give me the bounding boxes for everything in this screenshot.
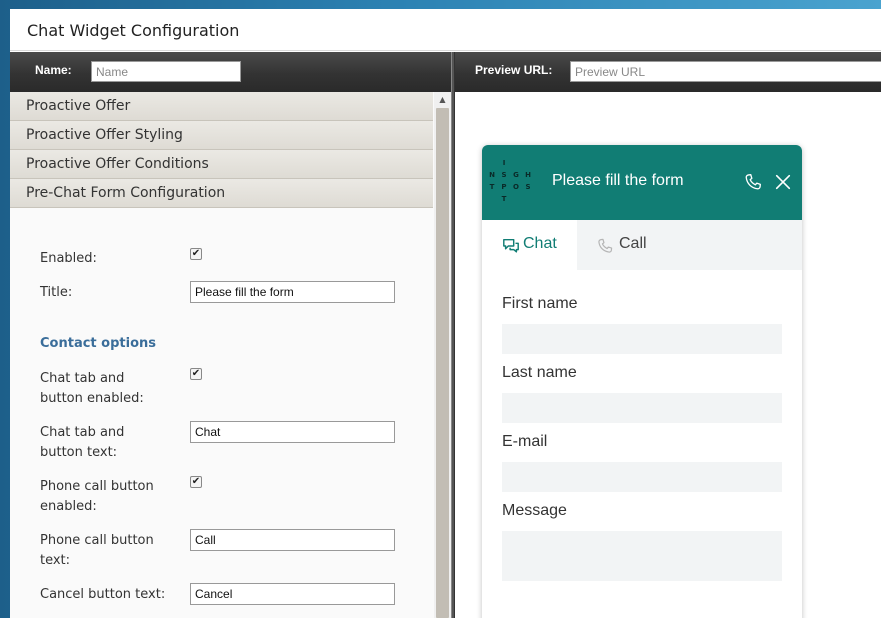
phone-enabled-checkbox[interactable]: ✔ [190, 476, 202, 488]
brand-logo-icon: I NSGH TPOS T [489, 159, 531, 203]
chat-tab-enabled-checkbox[interactable]: ✔ [190, 368, 202, 380]
last-name-field[interactable] [502, 393, 782, 423]
chat-tab-text-input[interactable] [190, 421, 395, 443]
enabled-label: Enabled: [40, 251, 97, 266]
widget-tabs: Chat Call [482, 220, 802, 270]
phone-icon[interactable] [743, 172, 763, 192]
title-label: Title: [40, 285, 73, 300]
scroll-thumb[interactable] [436, 108, 449, 618]
name-toolbar: Name: [10, 52, 451, 92]
enabled-checkbox[interactable]: ✔ [190, 248, 202, 260]
widget-header: I NSGH TPOS T Please fill the form [482, 145, 802, 220]
preview-pane: I NSGH TPOS T Please fill the form Chat … [455, 92, 881, 618]
phone-text-label: Phone call button text: [40, 533, 154, 568]
accordion-proactive-offer-conditions[interactable]: Proactive Offer Conditions [10, 150, 433, 179]
message-label: Message [502, 502, 567, 519]
name-input[interactable] [91, 61, 241, 82]
preview-url-input[interactable] [570, 61, 881, 82]
config-scrollbar[interactable]: ▲ [434, 92, 451, 618]
widget-title: Please fill the form [552, 172, 684, 189]
preview-toolbar: Preview URL: [455, 52, 881, 92]
chat-tab-text-label: Chat tab and button text: [40, 425, 125, 460]
first-name-label: First name [502, 295, 578, 312]
cancel-text-label: Cancel button text: [40, 587, 166, 602]
accordion-proactive-offer-styling[interactable]: Proactive Offer Styling [10, 121, 433, 150]
accordion-label: Proactive Offer Conditions [26, 156, 209, 172]
preview-url-label: Preview URL: [475, 63, 553, 77]
cancel-text-input[interactable] [190, 583, 395, 605]
accordion-label: Pre-Chat Form Configuration [26, 185, 226, 201]
tab-call-label: Call [619, 235, 647, 252]
accordion-label: Proactive Offer [26, 98, 131, 114]
accordion-pre-chat-form-configuration[interactable]: Pre-Chat Form Configuration [10, 179, 433, 208]
accordion-label: Proactive Offer Styling [26, 127, 183, 143]
chat-tab-enabled-label: Chat tab and button enabled: [40, 371, 144, 406]
scroll-up-arrow-icon[interactable]: ▲ [434, 92, 451, 108]
tab-call[interactable]: Call [577, 220, 687, 270]
window-title-bar: Chat Widget Configuration [10, 9, 881, 51]
window-title: Chat Widget Configuration [27, 21, 240, 40]
first-name-field[interactable] [502, 324, 782, 354]
accordion-proactive-offer[interactable]: Proactive Offer [10, 92, 433, 121]
phone-text-input[interactable] [190, 529, 395, 551]
title-input[interactable] [190, 281, 395, 303]
last-name-label: Last name [502, 364, 577, 381]
chat-widget-config-window: Chat Widget Configuration Name: Preview … [10, 9, 881, 618]
tab-chat-label: Chat [523, 235, 557, 252]
phone-icon [598, 238, 613, 253]
name-label: Name: [35, 63, 72, 77]
chat-widget-preview: I NSGH TPOS T Please fill the form Chat … [482, 145, 802, 618]
phone-enabled-label: Phone call button enabled: [40, 479, 154, 514]
email-label: E-mail [502, 433, 548, 450]
configuration-pane: Proactive Offer Proactive Offer Styling … [10, 92, 451, 618]
message-field[interactable] [502, 531, 782, 581]
chat-bubbles-icon [503, 238, 519, 253]
email-field[interactable] [502, 462, 782, 492]
contact-options-heading: Contact options [40, 336, 156, 351]
tab-chat[interactable]: Chat [482, 220, 577, 270]
close-icon[interactable] [774, 173, 792, 191]
